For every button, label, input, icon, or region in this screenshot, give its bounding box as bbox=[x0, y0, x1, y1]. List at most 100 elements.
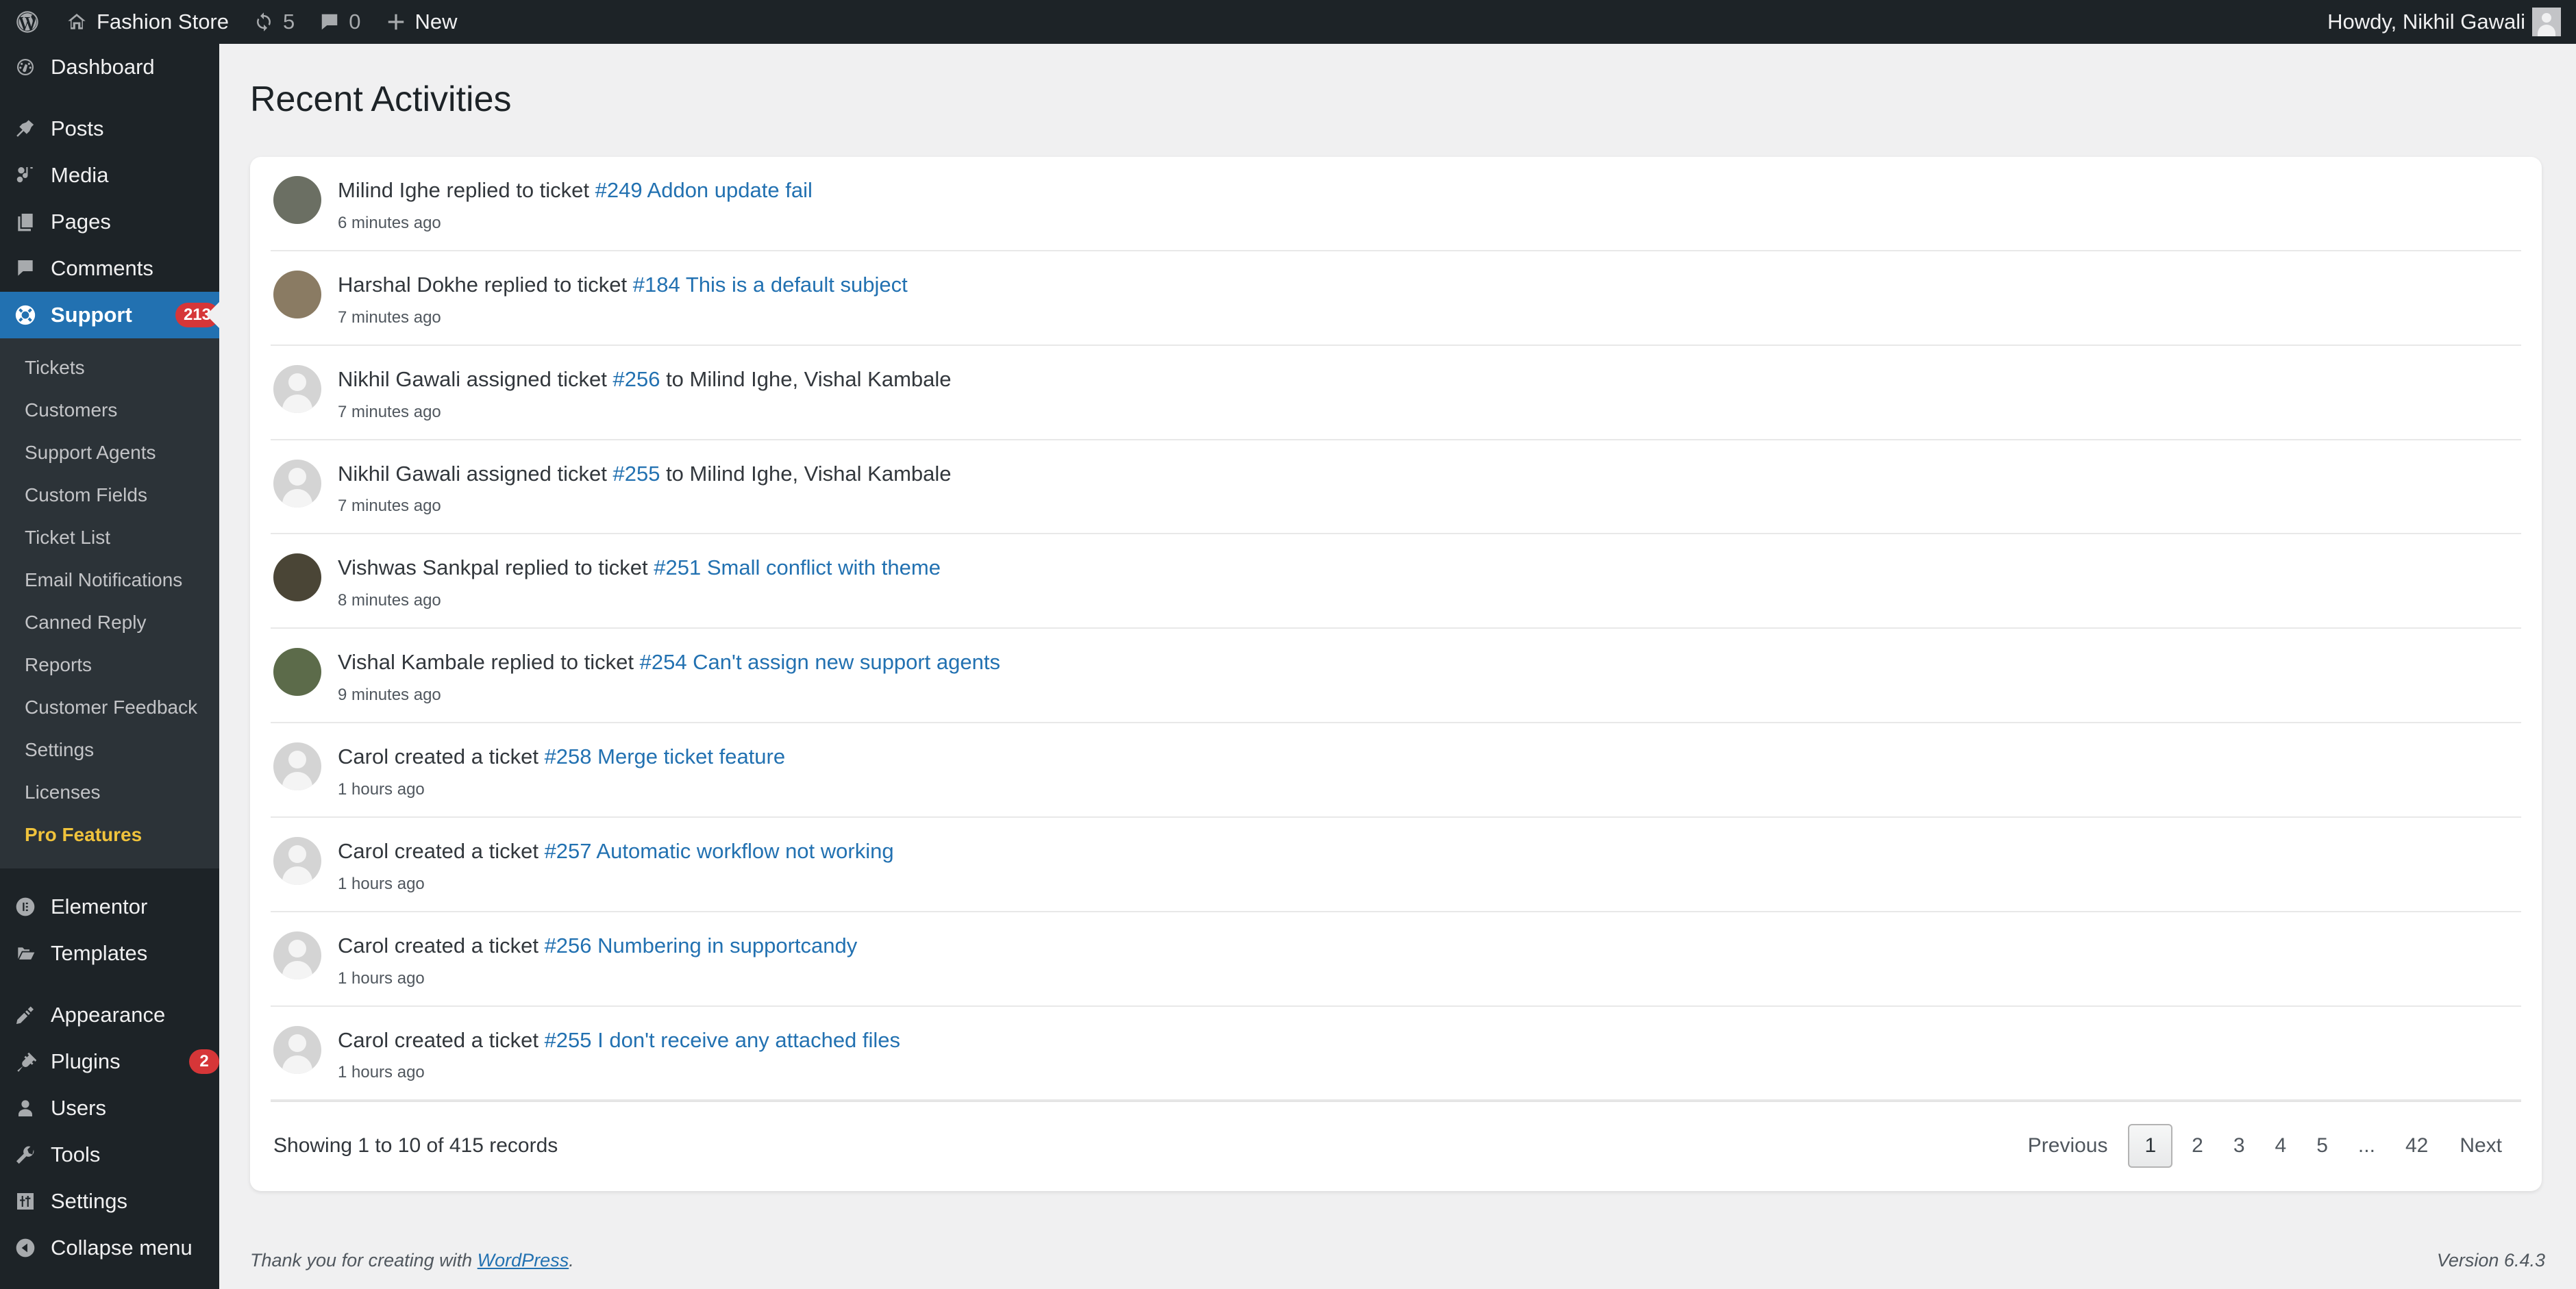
sidebar-item-label: Plugins bbox=[51, 1049, 121, 1073]
ticket-link[interactable]: #255 bbox=[612, 462, 660, 486]
activity-body: Carol created a ticket #258 Merge ticket… bbox=[338, 741, 2518, 799]
activity-actor: Milind Ighe bbox=[338, 178, 441, 202]
activity-body: Milind Ighe replied to ticket #249 Addon… bbox=[338, 175, 2518, 233]
comment-bubble-icon bbox=[319, 12, 340, 32]
elementor-icon bbox=[9, 896, 42, 918]
activity-actor: Carol bbox=[338, 1027, 389, 1052]
submenu-item-ticket-list[interactable]: Ticket List bbox=[0, 516, 219, 559]
ticket-link[interactable]: #257 Automatic workflow not working bbox=[545, 839, 894, 863]
sidebar-item-users[interactable]: Users bbox=[0, 1085, 219, 1131]
pagination-page-1[interactable]: 1 bbox=[2128, 1124, 2173, 1168]
sidebar-item-label: Appearance bbox=[51, 1003, 166, 1027]
submenu-item-support-agents[interactable]: Support Agents bbox=[0, 431, 219, 474]
activity-row[interactable]: Harshal Dokhe replied to ticket #184 Thi… bbox=[271, 251, 2521, 346]
sidebar-separator bbox=[0, 977, 219, 992]
activity-body: Nikhil Gawali assigned ticket #255 to Mi… bbox=[338, 458, 2518, 516]
activity-row[interactable]: Milind Ighe replied to ticket #249 Addon… bbox=[271, 157, 2521, 251]
activity-timestamp: 8 minutes ago bbox=[338, 591, 441, 610]
submenu-item-tickets[interactable]: Tickets bbox=[0, 347, 219, 389]
ticket-link[interactable]: #256 bbox=[612, 367, 660, 391]
sidebar-item-dashboard[interactable]: Dashboard bbox=[0, 44, 219, 90]
activity-row[interactable]: Nikhil Gawali assigned ticket #256 to Mi… bbox=[271, 346, 2521, 440]
sidebar-item-appearance[interactable]: Appearance bbox=[0, 992, 219, 1038]
sidebar-item-tools[interactable]: Tools bbox=[0, 1131, 219, 1178]
footer-thanks-prefix: Thank you for creating with bbox=[250, 1249, 478, 1271]
submenu-item-customers[interactable]: Customers bbox=[0, 389, 219, 431]
sidebar-item-templates[interactable]: Templates bbox=[0, 930, 219, 977]
sidebar-item-posts[interactable]: Posts bbox=[0, 105, 219, 152]
sidebar-item-settings[interactable]: Settings bbox=[0, 1178, 219, 1225]
activity-verb: created a ticket bbox=[394, 933, 538, 958]
ticket-link[interactable]: #258 Merge ticket feature bbox=[545, 744, 786, 768]
wordpress-link[interactable]: WordPress bbox=[478, 1250, 569, 1271]
pagination: Previous 1 2 3 4 5 ... 42 Next bbox=[2011, 1124, 2518, 1168]
activity-verb: replied to ticket bbox=[505, 555, 648, 580]
wordpress-logo-button[interactable] bbox=[0, 0, 53, 44]
activity-verb: created a ticket bbox=[394, 744, 538, 769]
comments-button[interactable]: 0 bbox=[307, 0, 373, 44]
submenu-item-reports[interactable]: Reports bbox=[0, 644, 219, 686]
avatar bbox=[273, 364, 321, 413]
user-icon bbox=[9, 1097, 42, 1119]
pagination-page-2[interactable]: 2 bbox=[2177, 1125, 2218, 1166]
wrench-icon bbox=[9, 1144, 42, 1166]
sidebar-item-pages[interactable]: Pages bbox=[0, 199, 219, 245]
pagination-page-5[interactable]: 5 bbox=[2301, 1125, 2343, 1166]
admin-sidebar-menu: Dashboard Posts Media Pages Comments Sup… bbox=[0, 44, 219, 1289]
activity-verb: created a ticket bbox=[394, 838, 538, 863]
sidebar-item-label: Posts bbox=[51, 116, 104, 140]
pagination-page-3[interactable]: 3 bbox=[2218, 1125, 2260, 1166]
sidebar-item-label: Elementor bbox=[51, 894, 148, 918]
sidebar-item-label: Support bbox=[51, 303, 132, 327]
sidebar-item-elementor[interactable]: Elementor bbox=[0, 884, 219, 930]
submenu-item-licenses[interactable]: Licenses bbox=[0, 771, 219, 814]
activity-row[interactable]: Nikhil Gawali assigned ticket #255 to Mi… bbox=[271, 440, 2521, 535]
sidebar-item-comments[interactable]: Comments bbox=[0, 245, 219, 292]
support-submenu: Tickets Customers Support Agents Custom … bbox=[0, 338, 219, 868]
ticket-link[interactable]: #256 Numbering in supportcandy bbox=[545, 934, 858, 958]
submenu-item-custom-fields[interactable]: Custom Fields bbox=[0, 474, 219, 516]
sidebar-separator bbox=[0, 868, 219, 884]
pagination-page-4[interactable]: 4 bbox=[2260, 1125, 2302, 1166]
pagination-previous[interactable]: Previous bbox=[2011, 1125, 2125, 1166]
ticket-link[interactable]: #184 This is a default subject bbox=[633, 273, 908, 297]
submenu-item-settings[interactable]: Settings bbox=[0, 729, 219, 771]
support-ticket-count-badge: 213 bbox=[175, 303, 219, 327]
pagination-page-42[interactable]: 42 bbox=[2390, 1125, 2443, 1166]
sidebar-item-label: Comments bbox=[51, 256, 153, 280]
sidebar-item-collapse-menu[interactable]: Collapse menu bbox=[0, 1225, 219, 1271]
submenu-item-email-notifications[interactable]: Email Notifications bbox=[0, 559, 219, 601]
activity-body: Vishwas Sankpal replied to ticket #251 S… bbox=[338, 552, 2518, 610]
site-name-button[interactable]: Fashion Store bbox=[53, 0, 241, 44]
activity-row[interactable]: Vishal Kambale replied to ticket #254 Ca… bbox=[271, 629, 2521, 724]
sidebar-item-plugins[interactable]: Plugins 2 bbox=[0, 1038, 219, 1085]
updates-button[interactable]: 5 bbox=[241, 0, 307, 44]
sidebar-item-support[interactable]: Support 213 bbox=[0, 292, 219, 338]
my-account-button[interactable]: Howdy, Nikhil Gawali bbox=[2315, 0, 2532, 44]
activity-row[interactable]: Carol created a ticket #258 Merge ticket… bbox=[271, 723, 2521, 818]
new-content-button[interactable]: New bbox=[373, 0, 470, 44]
ticket-link[interactable]: #251 Small conflict with theme bbox=[654, 555, 941, 579]
activity-body: Nikhil Gawali assigned ticket #256 to Mi… bbox=[338, 364, 2518, 422]
ticket-link[interactable]: #255 I don't receive any attached files bbox=[545, 1028, 900, 1052]
comments-icon bbox=[9, 258, 42, 279]
sidebar-item-media[interactable]: Media bbox=[0, 152, 219, 199]
activity-row[interactable]: Vishwas Sankpal replied to ticket #251 S… bbox=[271, 534, 2521, 629]
activity-row[interactable]: Carol created a ticket #256 Numbering in… bbox=[271, 912, 2521, 1007]
submenu-item-customer-feedback[interactable]: Customer Feedback bbox=[0, 686, 219, 729]
folder-icon bbox=[9, 942, 42, 964]
submenu-item-pro-features[interactable]: Pro Features bbox=[0, 814, 219, 856]
pagination-next[interactable]: Next bbox=[2443, 1125, 2518, 1166]
activity-actor: Carol bbox=[338, 744, 389, 769]
recent-activities-card: Milind Ighe replied to ticket #249 Addon… bbox=[250, 157, 2542, 1192]
ticket-link[interactable]: #249 Addon update fail bbox=[595, 178, 813, 202]
activity-text: Carol created a ticket #258 Merge ticket… bbox=[338, 742, 2518, 771]
user-avatar-icon[interactable] bbox=[2532, 8, 2561, 36]
ticket-link[interactable]: #254 Can't assign new support agents bbox=[640, 650, 1000, 674]
activity-timestamp: 6 minutes ago bbox=[338, 213, 441, 232]
activity-row[interactable]: Carol created a ticket #255 I don't rece… bbox=[271, 1007, 2521, 1101]
activity-verb: replied to ticket bbox=[491, 650, 634, 675]
submenu-item-canned-reply[interactable]: Canned Reply bbox=[0, 601, 219, 644]
activity-row[interactable]: Carol created a ticket #257 Automatic wo… bbox=[271, 818, 2521, 912]
pages-icon bbox=[9, 211, 42, 233]
